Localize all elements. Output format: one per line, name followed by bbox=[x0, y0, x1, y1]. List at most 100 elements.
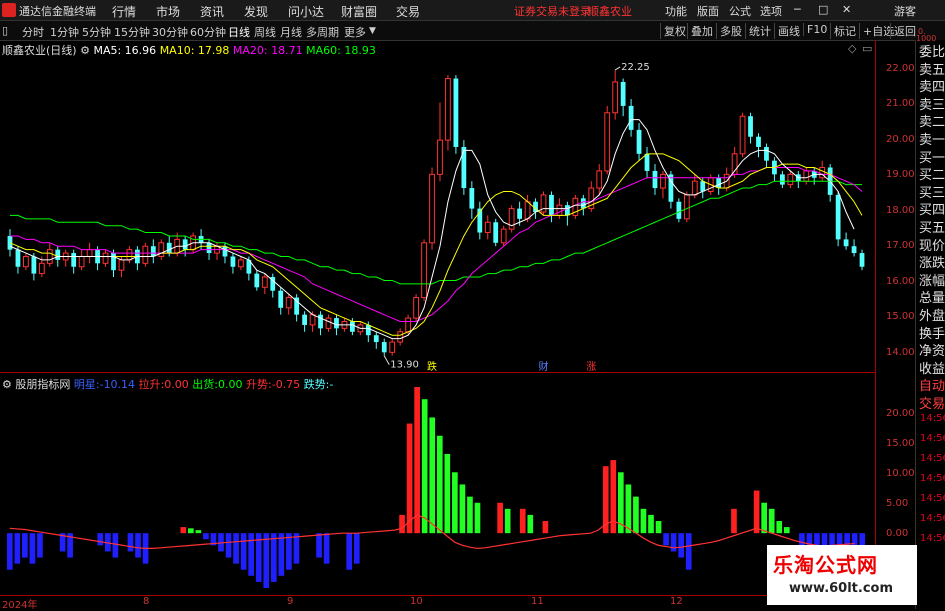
period-tab-5min[interactable]: 5分钟 bbox=[82, 24, 111, 40]
candle-body[interactable] bbox=[843, 239, 849, 247]
candle-body[interactable] bbox=[803, 170, 810, 182]
candle-body[interactable] bbox=[851, 246, 857, 254]
candle-body[interactable] bbox=[461, 146, 467, 189]
menu-item-ask[interactable]: 问小达 bbox=[288, 3, 324, 20]
candle-body[interactable] bbox=[111, 253, 116, 271]
candle-body[interactable] bbox=[142, 245, 149, 264]
adjust-button[interactable]: 复权 bbox=[660, 23, 689, 39]
candle-body[interactable] bbox=[500, 228, 507, 244]
candle-body[interactable] bbox=[683, 194, 690, 220]
candle-body[interactable] bbox=[309, 314, 316, 326]
candle-body[interactable] bbox=[23, 255, 29, 268]
candle-body[interactable] bbox=[389, 341, 396, 353]
indicator-panel[interactable]: ⚙ 股朋指标网 明星:-10.14 拉升:0.00 出货:0.00 升势:-0.… bbox=[0, 373, 876, 596]
menu-item-formula[interactable]: 公式 bbox=[729, 3, 751, 19]
candle-body[interactable] bbox=[126, 249, 133, 261]
candle-body[interactable] bbox=[556, 204, 563, 216]
candle-body[interactable] bbox=[524, 201, 531, 220]
period-tab-multi[interactable]: 多周期 bbox=[306, 24, 339, 40]
candle-body[interactable] bbox=[780, 174, 785, 185]
candle-body[interactable] bbox=[596, 170, 603, 189]
candle-body[interactable] bbox=[397, 331, 404, 343]
draw-line-button[interactable]: 画线 bbox=[774, 23, 803, 39]
quote-field-label[interactable]: 交易 bbox=[919, 397, 945, 413]
menu-item-news[interactable]: 资讯 bbox=[200, 3, 224, 20]
back-button[interactable]: 返回 bbox=[890, 23, 919, 39]
candle-body[interactable] bbox=[691, 180, 698, 196]
candle-body[interactable] bbox=[405, 317, 412, 333]
stats-button[interactable]: 统计 bbox=[745, 23, 774, 39]
period-tab-15min[interactable]: 15分钟 bbox=[114, 24, 150, 40]
candle-body[interactable] bbox=[55, 249, 61, 260]
candle-body[interactable] bbox=[118, 259, 125, 271]
candle-body[interactable] bbox=[350, 321, 355, 332]
candle-body[interactable] bbox=[421, 242, 427, 299]
candle-body[interactable] bbox=[748, 116, 753, 137]
menu-item-market[interactable]: 市场 bbox=[156, 3, 180, 20]
candle-body[interactable] bbox=[373, 335, 379, 343]
candle-body[interactable] bbox=[636, 129, 642, 154]
candle-body[interactable] bbox=[230, 256, 236, 267]
candle-body[interactable] bbox=[469, 188, 475, 209]
candle-body[interactable] bbox=[381, 342, 387, 353]
candle-body[interactable] bbox=[86, 249, 93, 257]
candle-body[interactable] bbox=[15, 249, 21, 267]
candle-body[interactable] bbox=[620, 81, 626, 106]
candle-body[interactable] bbox=[652, 170, 658, 189]
quote-field-label[interactable]: 自动 bbox=[919, 379, 945, 395]
toolbar-menu-icon[interactable]: ▯ bbox=[2, 24, 8, 37]
candle-body[interactable] bbox=[859, 253, 865, 267]
candle-body[interactable] bbox=[285, 297, 292, 309]
candle-body[interactable] bbox=[325, 317, 332, 329]
candle-body[interactable] bbox=[302, 314, 307, 325]
period-tab-intraday[interactable]: 分时 bbox=[22, 24, 44, 40]
overlay-button[interactable]: 叠加 bbox=[687, 23, 716, 39]
candle-body[interactable] bbox=[756, 136, 761, 147]
main-chart-panel[interactable]: 顺鑫农业(日线) ⚙ MA5: 16.96 MA10: 17.98 MA20: … bbox=[0, 40, 876, 373]
period-tab-1min[interactable]: 1分钟 bbox=[50, 24, 79, 40]
candle-body[interactable] bbox=[565, 205, 570, 216]
minimize-icon[interactable]: ─ bbox=[794, 3, 801, 16]
candle-body[interactable] bbox=[182, 239, 188, 250]
guest-label[interactable]: 游客 bbox=[894, 3, 916, 19]
menu-item-quotes[interactable]: 行情 bbox=[112, 3, 136, 20]
candle-body[interactable] bbox=[78, 255, 85, 268]
candle-body[interactable] bbox=[413, 297, 419, 319]
candle-body[interactable] bbox=[222, 246, 228, 257]
menu-item-options[interactable]: 选项 bbox=[760, 3, 782, 19]
f10-button[interactable]: F10 bbox=[803, 23, 830, 36]
candle-body[interactable] bbox=[31, 256, 37, 274]
period-tab-30min[interactable]: 30分钟 bbox=[152, 24, 188, 40]
candle-body[interactable] bbox=[787, 173, 794, 186]
multi-stock-button[interactable]: 多股 bbox=[716, 23, 745, 39]
menu-item-trade[interactable]: 交易 bbox=[396, 3, 420, 20]
candle-body[interactable] bbox=[628, 105, 634, 130]
candle-body[interactable] bbox=[445, 78, 451, 141]
candle-body[interactable] bbox=[150, 246, 156, 257]
candle-body[interactable] bbox=[102, 252, 109, 264]
candle-body[interactable] bbox=[254, 273, 260, 288]
candle-body[interactable] bbox=[334, 318, 339, 329]
candle-body[interactable] bbox=[38, 262, 45, 275]
indicator-chart[interactable] bbox=[0, 373, 875, 595]
menu-item-layout[interactable]: 版面 bbox=[697, 3, 719, 19]
candle-body[interactable] bbox=[238, 259, 244, 268]
candle-body[interactable] bbox=[318, 314, 323, 329]
menu-item-discover[interactable]: 发现 bbox=[244, 3, 268, 20]
candle-body[interactable] bbox=[453, 78, 459, 147]
candle-body[interactable] bbox=[739, 115, 746, 155]
more-chevron-icon[interactable]: ▼ bbox=[369, 26, 376, 36]
login-warning[interactable]: 证券交易未登录 bbox=[514, 3, 591, 19]
mark-button[interactable]: 标记 bbox=[830, 23, 859, 39]
candle-body[interactable] bbox=[278, 290, 284, 308]
candle-body[interactable] bbox=[580, 198, 586, 209]
candle-body[interactable] bbox=[835, 194, 841, 240]
candle-body[interactable] bbox=[660, 173, 666, 189]
candle-body[interactable] bbox=[604, 112, 611, 172]
candle-body[interactable] bbox=[46, 249, 53, 264]
candle-body[interactable] bbox=[7, 235, 13, 250]
candle-body[interactable] bbox=[612, 81, 619, 114]
maximize-icon[interactable]: □ bbox=[818, 3, 828, 16]
candle-body[interactable] bbox=[437, 139, 443, 175]
candle-body[interactable] bbox=[764, 146, 769, 161]
